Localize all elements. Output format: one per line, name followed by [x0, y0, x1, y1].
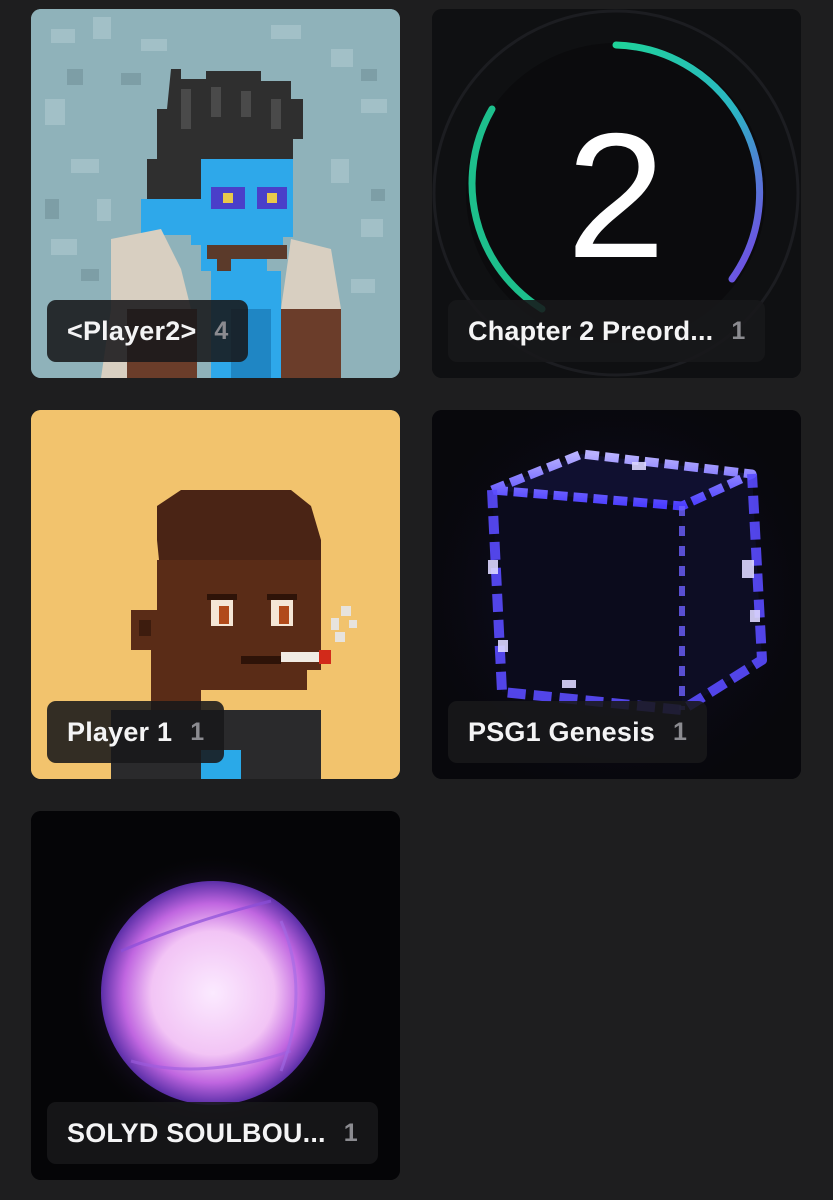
- collection-card-player2[interactable]: <Player2> 4: [31, 9, 400, 378]
- collection-label-pill: SOLYD SOULBOU... 1: [47, 1102, 378, 1164]
- collection-card-solyd-soulbound[interactable]: SOLYD SOULBOU... 1: [31, 811, 400, 1180]
- collection-name: Player 1: [67, 716, 173, 747]
- collection-name: SOLYD SOULBOU...: [67, 1117, 326, 1148]
- collection-label-pill: Chapter 2 Preord... 1: [448, 300, 766, 362]
- collection-name: <Player2>: [67, 315, 197, 346]
- collection-card-chapter-2-preorder[interactable]: 2 Chapter 2 Preord... 1: [432, 9, 801, 378]
- collection-label-pill: <Player2> 4: [47, 300, 249, 362]
- collection-count: 1: [673, 717, 687, 746]
- collection-label-pill: Player 1 1: [47, 701, 225, 763]
- collection-count: 4: [214, 316, 229, 345]
- collection-count: 1: [190, 717, 205, 746]
- collection-card-psg1-genesis[interactable]: PSG1 Genesis 1: [432, 410, 801, 779]
- svg-text:2: 2: [567, 96, 666, 295]
- collection-name: PSG1 Genesis: [468, 716, 655, 747]
- collection-label-pill: PSG1 Genesis 1: [448, 701, 707, 763]
- collection-count: 1: [343, 1118, 358, 1147]
- collection-card-player-1[interactable]: Player 1 1: [31, 410, 400, 779]
- collection-name: Chapter 2 Preord...: [468, 315, 714, 346]
- collection-count: 1: [731, 316, 746, 345]
